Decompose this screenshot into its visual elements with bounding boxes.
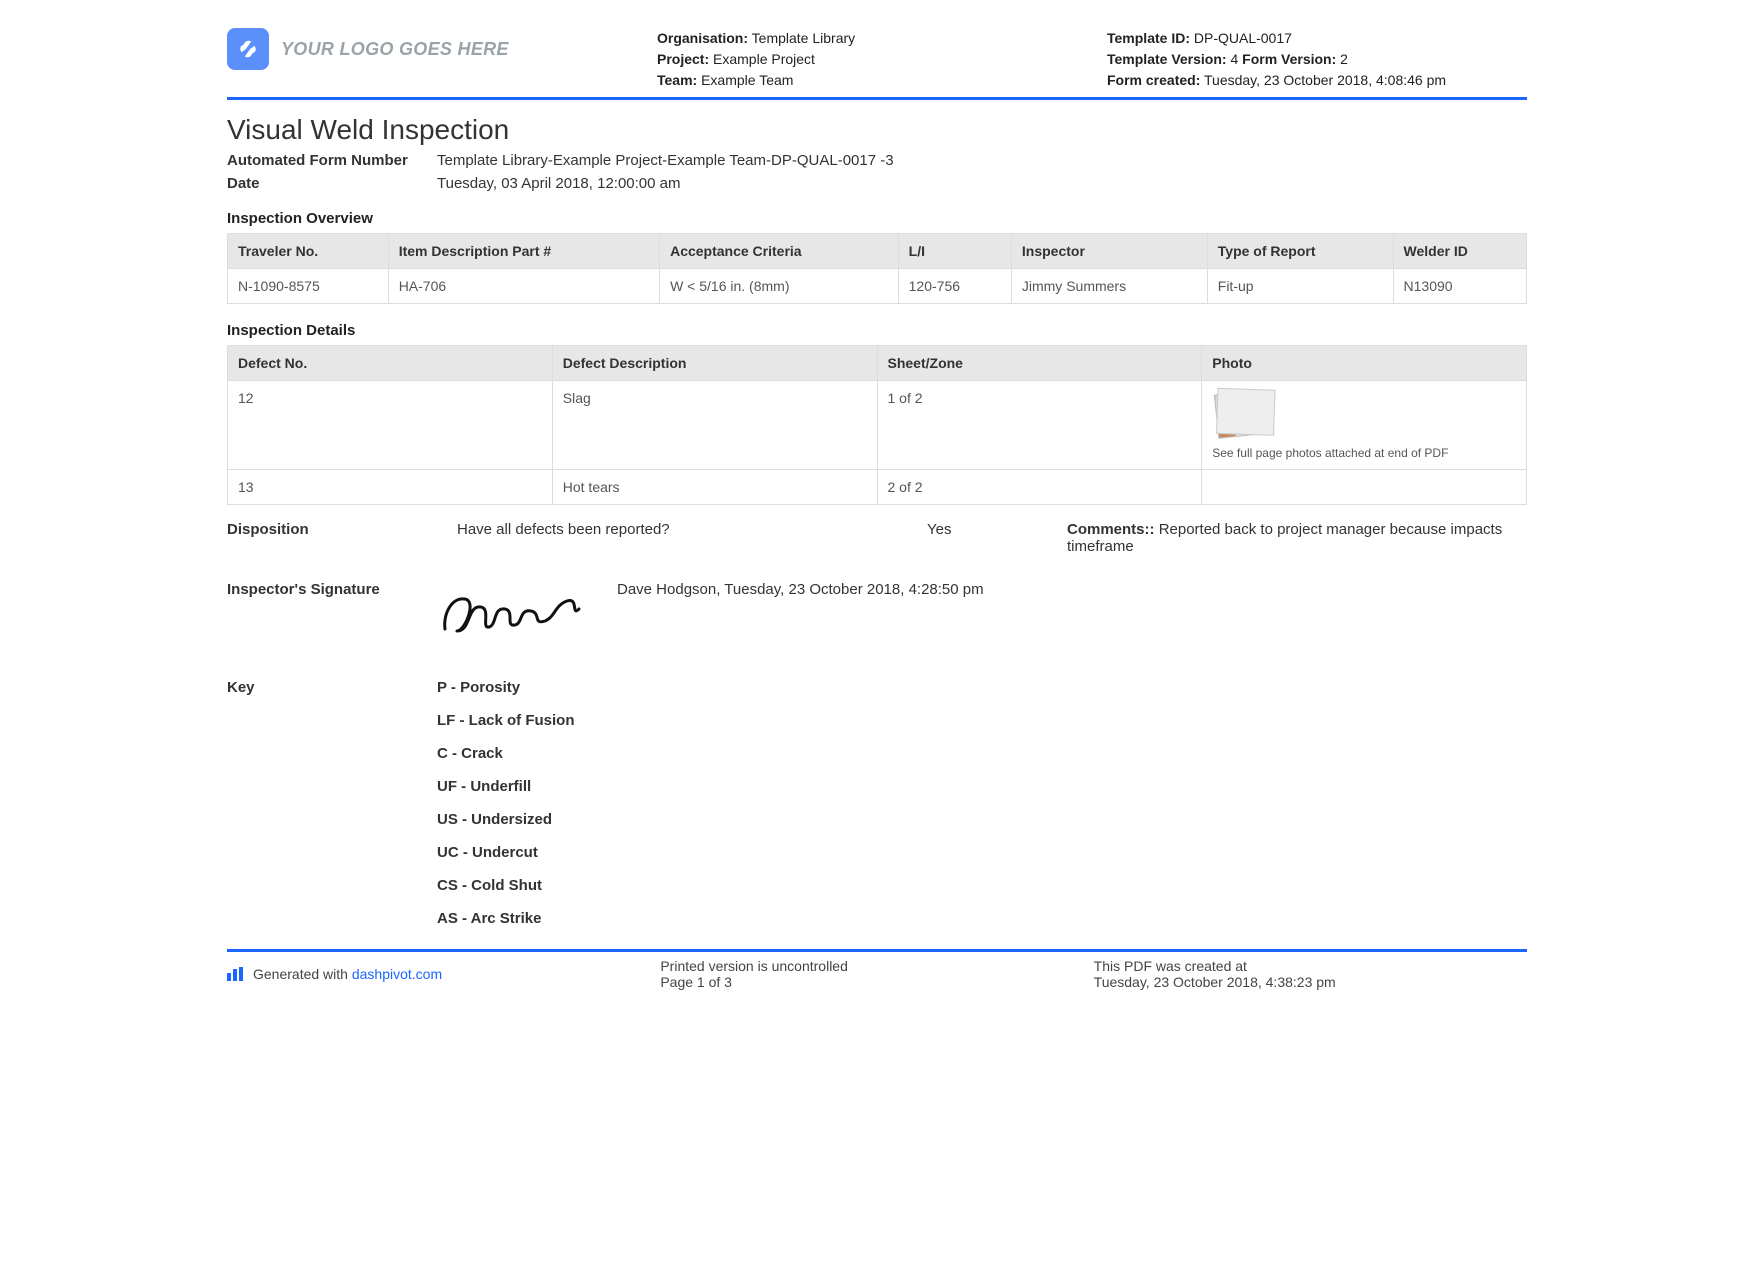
form-version-label: Form Version: bbox=[1242, 51, 1336, 67]
logo-placeholder-text: YOUR LOGO GOES HERE bbox=[281, 39, 509, 60]
form-number-label: Automated Form Number bbox=[227, 152, 437, 169]
date-label: Date bbox=[227, 175, 437, 192]
key-item: P - Porosity bbox=[437, 679, 1527, 696]
photo-cell: See full page photos attached at end of … bbox=[1202, 381, 1527, 470]
key-item: US - Undersized bbox=[437, 811, 1527, 828]
key-label: Key bbox=[227, 679, 437, 696]
key-item: LF - Lack of Fusion bbox=[437, 712, 1527, 729]
header-meta-right: Template ID: DP-QUAL-0017 Template Versi… bbox=[1107, 28, 1527, 91]
key-list: P - Porosity LF - Lack of Fusion C - Crack… bbox=[437, 679, 1527, 943]
document-footer: Generated with dashpivot.com Printed ver… bbox=[227, 949, 1527, 990]
details-cell: 13 bbox=[228, 470, 553, 505]
key-item: UC - Undercut bbox=[437, 844, 1527, 861]
template-id-label: Template ID: bbox=[1107, 30, 1190, 46]
logo-block: YOUR LOGO GOES HERE bbox=[227, 28, 627, 70]
document-header: YOUR LOGO GOES HERE Organisation: Templa… bbox=[227, 28, 1527, 100]
disposition-comments: Comments:: Reported back to project mana… bbox=[1067, 521, 1527, 555]
disposition-question: Have all defects been reported? bbox=[457, 521, 907, 538]
details-col-header: Photo bbox=[1202, 346, 1527, 381]
page-number: Page 1 of 3 bbox=[660, 974, 1093, 990]
pdf-created-value: Tuesday, 23 October 2018, 4:38:23 pm bbox=[1094, 974, 1527, 990]
uncontrolled-note: Printed version is uncontrolled bbox=[660, 958, 1093, 974]
disposition-label: Disposition bbox=[227, 521, 437, 538]
table-row: 13Hot tears2 of 2 bbox=[228, 470, 1527, 505]
signature-meta: Dave Hodgson, Tuesday, 23 October 2018, … bbox=[617, 581, 1527, 598]
photo-note: See full page photos attached at end of … bbox=[1212, 446, 1516, 460]
signature-image bbox=[437, 581, 617, 643]
organisation-value: Template Library bbox=[752, 30, 856, 46]
dashpivot-icon bbox=[227, 967, 245, 981]
details-cell: Slag bbox=[552, 381, 877, 470]
brand-icon bbox=[227, 28, 269, 70]
inspection-overview-table: Traveler No.Item Description Part #Accep… bbox=[227, 233, 1527, 304]
details-cell: 1 of 2 bbox=[877, 381, 1202, 470]
overview-cell: HA-706 bbox=[388, 269, 659, 304]
details-cell: Hot tears bbox=[552, 470, 877, 505]
template-version-value: 4 bbox=[1230, 51, 1238, 67]
inspection-details-table: Defect No.Defect DescriptionSheet/ZonePh… bbox=[227, 345, 1527, 505]
details-col-header: Defect Description bbox=[552, 346, 877, 381]
form-number-value: Template Library-Example Project-Example… bbox=[437, 152, 1527, 169]
form-created-value: Tuesday, 23 October 2018, 4:08:46 pm bbox=[1204, 72, 1446, 88]
overview-cell: Jimmy Summers bbox=[1011, 269, 1207, 304]
overview-col-header: L/I bbox=[898, 234, 1011, 269]
signature-row: Inspector's Signature Dave Hodgson, Tues… bbox=[227, 581, 1527, 643]
overview-cell: Fit-up bbox=[1207, 269, 1393, 304]
form-version-value: 2 bbox=[1340, 51, 1348, 67]
date-value: Tuesday, 03 April 2018, 12:00:00 am bbox=[437, 175, 1527, 192]
key-item: C - Crack bbox=[437, 745, 1527, 762]
key-item: CS - Cold Shut bbox=[437, 877, 1527, 894]
signature-label: Inspector's Signature bbox=[227, 581, 437, 598]
template-version-label: Template Version: bbox=[1107, 51, 1227, 67]
inspection-overview-heading: Inspection Overview bbox=[227, 210, 1527, 227]
pdf-created-label: This PDF was created at bbox=[1094, 958, 1527, 974]
details-cell: 12 bbox=[228, 381, 553, 470]
overview-col-header: Item Description Part # bbox=[388, 234, 659, 269]
template-id-value: DP-QUAL-0017 bbox=[1194, 30, 1292, 46]
overview-cell: 120-756 bbox=[898, 269, 1011, 304]
project-label: Project: bbox=[657, 51, 709, 67]
project-value: Example Project bbox=[713, 51, 815, 67]
details-col-header: Defect No. bbox=[228, 346, 553, 381]
table-row: 12Slag1 of 2 See full page photos attache… bbox=[228, 381, 1527, 470]
key-item: AS - Arc Strike bbox=[437, 910, 1527, 927]
generated-with-text: Generated with dashpivot.com bbox=[253, 966, 442, 982]
form-created-label: Form created: bbox=[1107, 72, 1200, 88]
team-label: Team: bbox=[657, 72, 697, 88]
organisation-label: Organisation: bbox=[657, 30, 748, 46]
overview-col-header: Type of Report bbox=[1207, 234, 1393, 269]
key-row: Key P - Porosity LF - Lack of Fusion C - C… bbox=[227, 679, 1527, 943]
disposition-answer: Yes bbox=[927, 521, 1047, 538]
overview-col-header: Welder ID bbox=[1393, 234, 1526, 269]
comments-label: Comments:: bbox=[1067, 521, 1155, 538]
photo-thumbnail-icon bbox=[1214, 389, 1274, 439]
details-col-header: Sheet/Zone bbox=[877, 346, 1202, 381]
overview-cell: N13090 bbox=[1393, 269, 1526, 304]
key-item: UF - Underfill bbox=[437, 778, 1527, 795]
overview-col-header: Traveler No. bbox=[228, 234, 389, 269]
team-value: Example Team bbox=[701, 72, 793, 88]
header-meta-center: Organisation: Template Library Project: … bbox=[657, 28, 1077, 91]
disposition-row: Disposition Have all defects been report… bbox=[227, 521, 1527, 555]
photo-cell bbox=[1202, 470, 1527, 505]
page-title: Visual Weld Inspection bbox=[227, 114, 1527, 146]
dashpivot-link[interactable]: dashpivot.com bbox=[352, 966, 442, 982]
details-cell: 2 of 2 bbox=[877, 470, 1202, 505]
overview-col-header: Inspector bbox=[1011, 234, 1207, 269]
overview-cell: N-1090-8575 bbox=[228, 269, 389, 304]
overview-cell: W < 5/16 in. (8mm) bbox=[660, 269, 899, 304]
overview-col-header: Acceptance Criteria bbox=[660, 234, 899, 269]
inspection-details-heading: Inspection Details bbox=[227, 322, 1527, 339]
